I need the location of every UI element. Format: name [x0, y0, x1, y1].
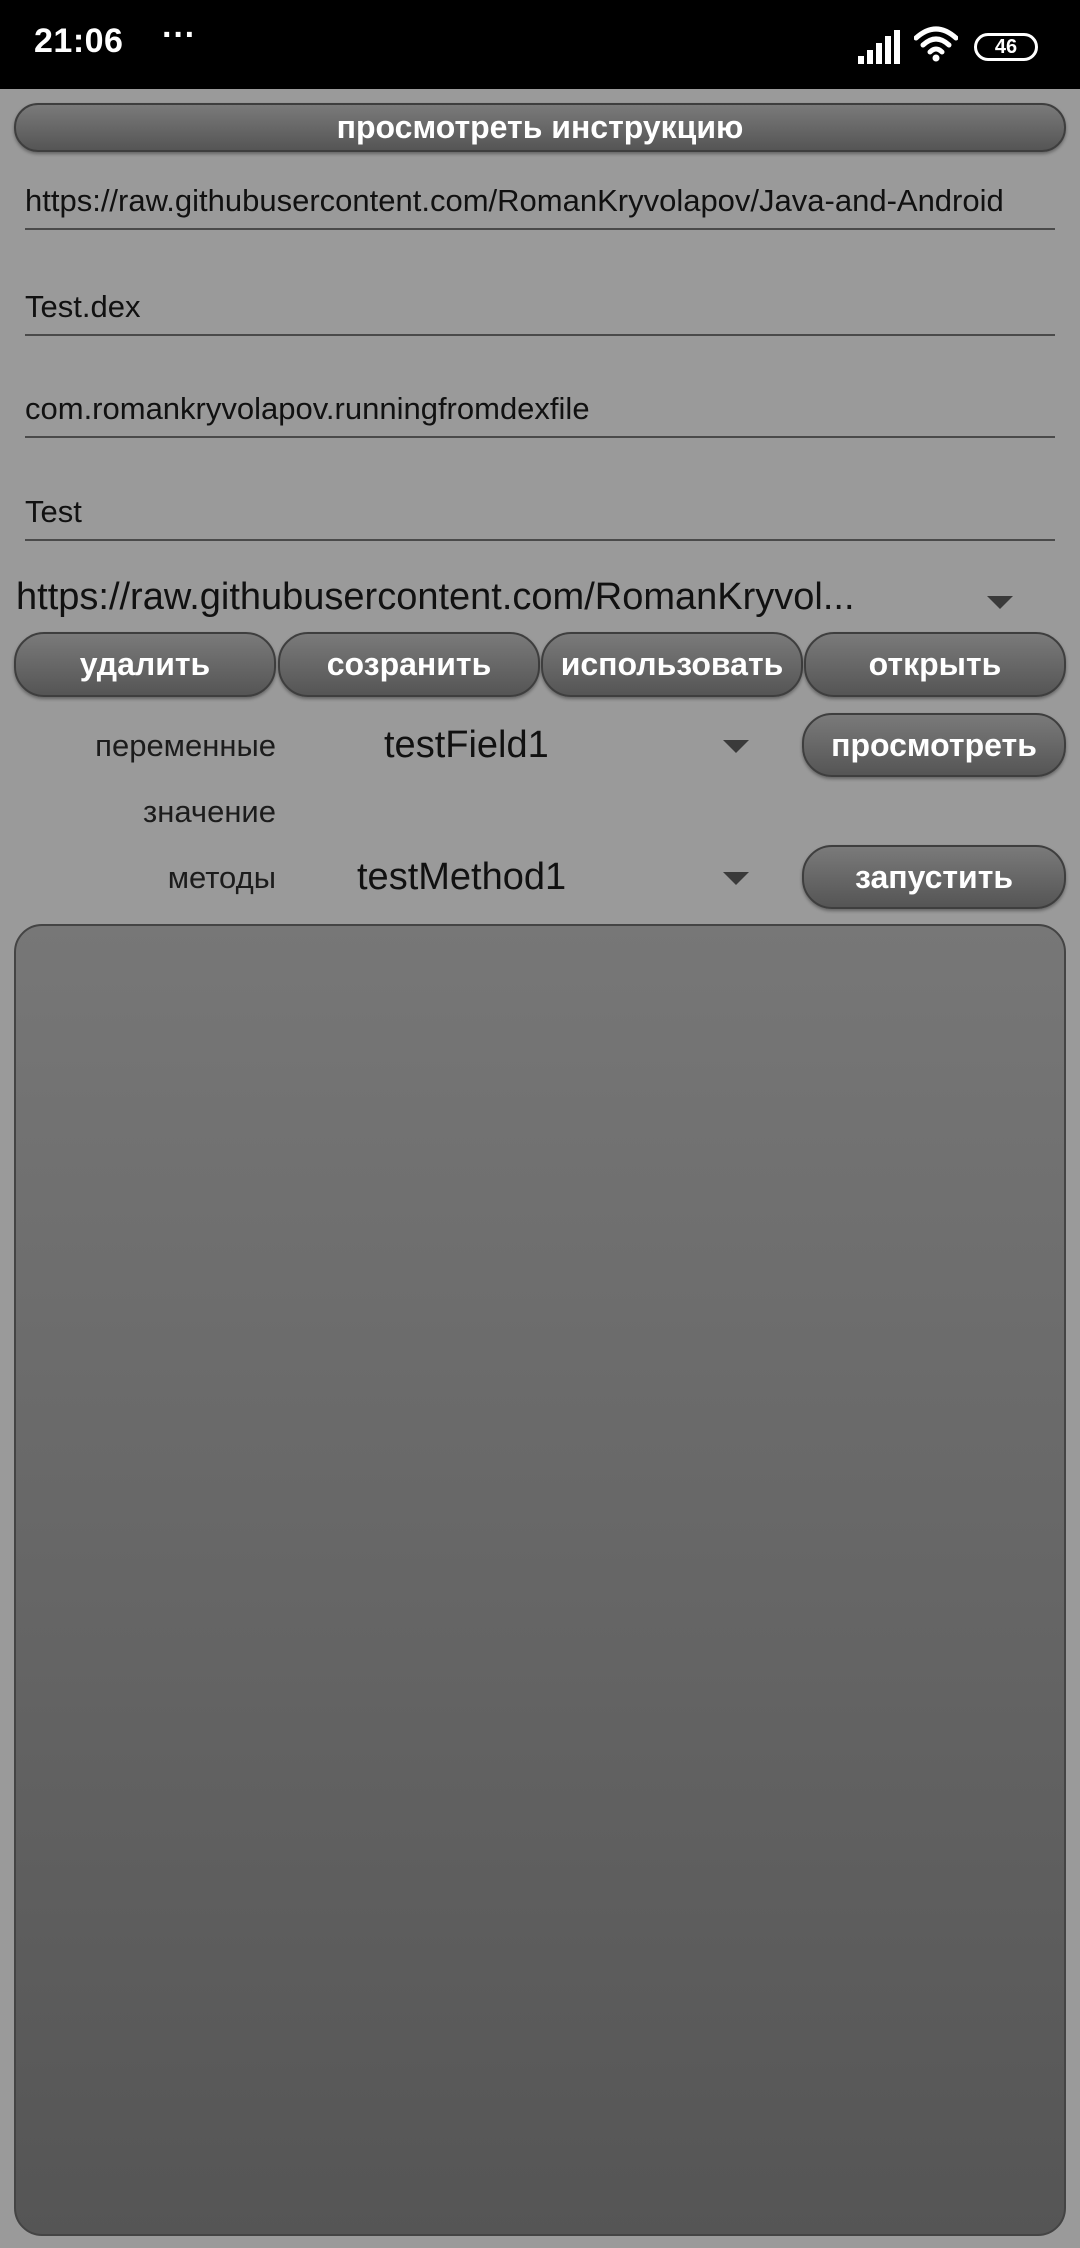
class-name-field[interactable]: Test: [25, 489, 1055, 541]
status-time: 21:06: [34, 22, 124, 60]
use-button[interactable]: использовать: [541, 632, 803, 697]
wifi-icon: [914, 26, 958, 62]
variables-selected: testField1: [384, 724, 549, 766]
url-field[interactable]: https://raw.githubusercontent.com/RomanK…: [25, 178, 1055, 230]
package-name-field[interactable]: com.romankryvolapov.runningfromdexfile: [25, 386, 1055, 438]
saved-urls-selected: https://raw.githubusercontent.com/RomanK…: [16, 576, 855, 618]
methods-selected: testMethod1: [357, 856, 567, 898]
battery-icon: 46: [974, 33, 1038, 61]
signal-icon: [858, 30, 900, 64]
output-panel: [14, 924, 1066, 2236]
view-instruction-button[interactable]: просмотреть инструкцию: [14, 103, 1066, 152]
dropdown-arrow-icon: [987, 596, 1013, 609]
variables-spinner[interactable]: testField1: [370, 720, 760, 776]
delete-button[interactable]: удалить: [14, 632, 276, 697]
run-method-button[interactable]: запустить: [802, 845, 1066, 909]
save-button[interactable]: созранить: [278, 632, 540, 697]
file-name-field[interactable]: Test.dex: [25, 284, 1055, 336]
dropdown-arrow-icon: [723, 872, 749, 885]
open-button[interactable]: открыть: [804, 632, 1066, 697]
notification-dots-icon: ···: [162, 16, 196, 54]
methods-spinner[interactable]: testMethod1: [344, 852, 760, 908]
value-label: значение: [143, 794, 276, 829]
view-variable-button[interactable]: просмотреть: [802, 713, 1066, 777]
status-bar: 21:06 ··· 46: [0, 0, 1080, 89]
methods-label: методы: [167, 860, 276, 895]
dropdown-arrow-icon: [723, 740, 749, 753]
saved-urls-spinner[interactable]: https://raw.githubusercontent.com/RomanK…: [0, 570, 1080, 630]
variables-label: переменные: [95, 728, 276, 763]
